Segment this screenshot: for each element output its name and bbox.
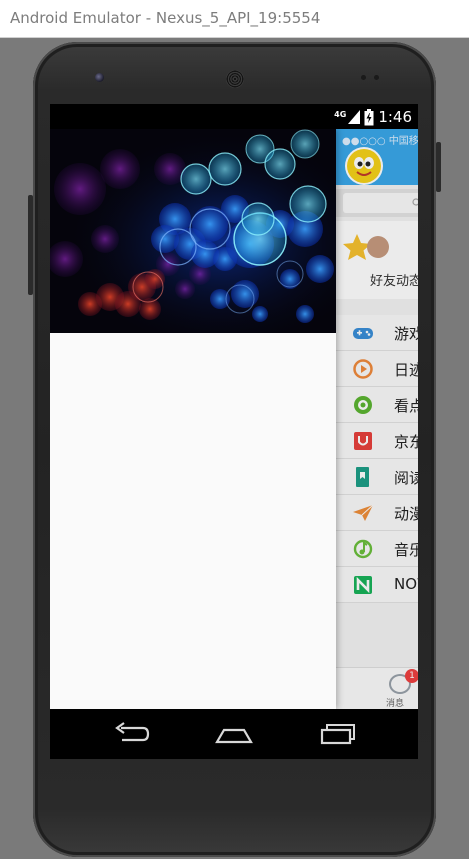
emulator-title-bar: Android Emulator - Nexus_5_API_19:5554 [0, 0, 469, 38]
light-sensor [374, 75, 379, 80]
network-type: 4G [334, 109, 347, 119]
front-camera [95, 73, 104, 82]
volume-button[interactable] [28, 195, 33, 295]
status-bar: 4G 1:46 [50, 104, 418, 129]
signal-icon [348, 110, 361, 124]
drawer-header-image [50, 129, 336, 333]
window-title: Android Emulator - Nexus_5_API_19:5554 [10, 9, 321, 27]
navigation-drawer [50, 129, 336, 709]
recent-apps-icon[interactable] [316, 720, 356, 748]
status-time: 1:46 [378, 108, 412, 126]
power-button[interactable] [436, 142, 441, 192]
earpiece-speaker [226, 70, 244, 88]
back-icon[interactable] [112, 720, 152, 748]
app-content: ●●○○○ 中国移动 好友动态 游戏 [50, 129, 418, 709]
battery-charging-icon [364, 108, 374, 125]
navigation-bar [50, 709, 418, 759]
bokeh-background-image [50, 129, 336, 333]
home-icon[interactable] [214, 720, 254, 748]
proximity-sensor [361, 75, 366, 80]
device-screen: 4G 1:46 ●●○○○ 中国移动 [50, 104, 418, 759]
scrim-overlay[interactable] [336, 129, 418, 709]
